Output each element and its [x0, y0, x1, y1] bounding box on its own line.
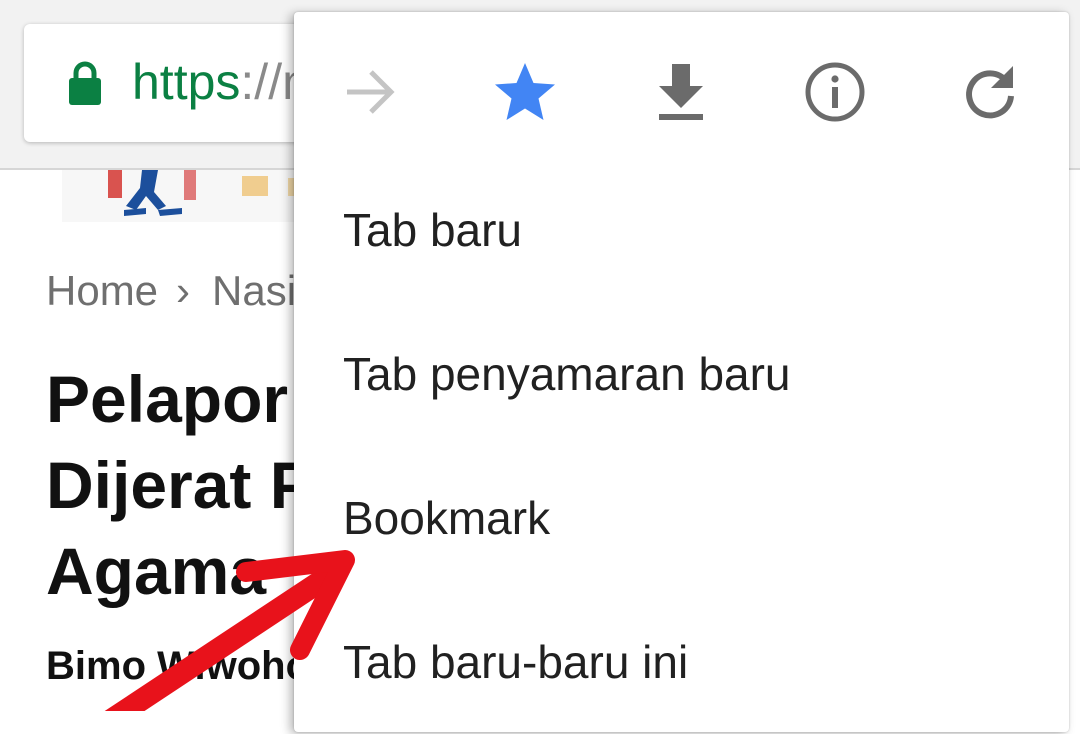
page-info-button[interactable]	[793, 50, 877, 134]
menu-item-bookmarks[interactable]: Bookmark	[294, 446, 1069, 590]
bookmark-star-button[interactable]	[483, 50, 567, 134]
reload-icon	[966, 66, 1014, 119]
breadcrumb-home-link[interactable]: Home	[46, 267, 158, 314]
download-button[interactable]	[639, 50, 723, 134]
download-icon	[659, 64, 703, 120]
menu-item-new-incognito-tab[interactable]: Tab penyamaran baru	[294, 302, 1069, 446]
star-icon	[495, 63, 555, 120]
menu-icon-row	[294, 12, 1069, 157]
menu-item-new-tab[interactable]: Tab baru	[294, 158, 1069, 302]
forward-icon	[347, 70, 395, 114]
menu-item-label: Tab baru	[343, 204, 523, 256]
article-author[interactable]: Bimo Wiwoho	[46, 644, 310, 689]
forward-button[interactable]	[329, 50, 413, 134]
lock-icon[interactable]	[68, 61, 102, 105]
info-icon	[805, 62, 865, 122]
menu-item-label: Tab baru-baru ini	[343, 636, 689, 688]
menu-item-label: Tab penyamaran baru	[343, 348, 791, 400]
reload-button[interactable]	[948, 50, 1032, 134]
url-scheme: https	[132, 54, 241, 110]
article-hero-image	[62, 170, 322, 222]
breadcrumb-separator: ›	[176, 267, 191, 314]
menu-item-label: Bookmark	[343, 492, 551, 544]
menu-item-recent-tabs[interactable]: Tab baru-baru ini	[294, 590, 1069, 734]
overflow-menu: Tab baru Tab penyamaran baru Bookmark Ta…	[294, 12, 1069, 732]
